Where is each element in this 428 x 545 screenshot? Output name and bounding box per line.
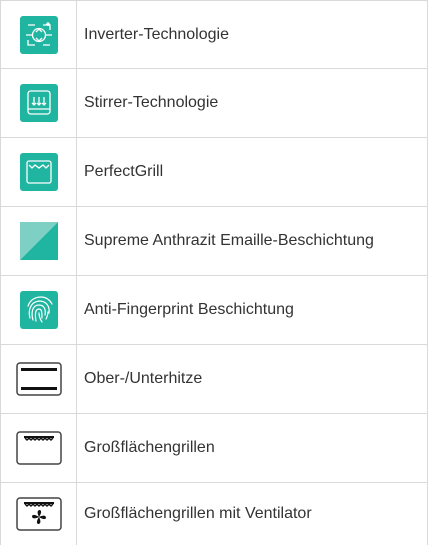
feature-label: Supreme Anthrazit Emaille-Beschichtung <box>77 207 428 275</box>
icon-cell <box>1 483 77 545</box>
feature-label: Inverter-Technologie <box>77 1 428 68</box>
feature-row: Großflächengrillen <box>1 414 428 483</box>
feature-row: Ober-/Unterhitze <box>1 345 428 414</box>
icon-cell <box>1 138 77 206</box>
feature-label: Großflächengrillen mit Ventilator <box>77 483 428 545</box>
icon-cell <box>1 207 77 275</box>
feature-label: Stirrer-Technologie <box>77 69 428 137</box>
feature-label: Anti-Fingerprint Beschichtung <box>77 276 428 344</box>
fingerprint-icon <box>19 291 58 329</box>
anthracite-enamel-icon <box>19 222 58 260</box>
icon-cell <box>1 276 77 344</box>
feature-label: Ober-/Unterhitze <box>77 345 428 413</box>
feature-label: Großflächengrillen <box>77 414 428 482</box>
feature-row: Großflächengrillen mit Ventilator <box>1 483 428 545</box>
feature-row: Anti-Fingerprint Beschichtung <box>1 276 428 345</box>
perfect-grill-icon <box>19 153 58 191</box>
inverter-icon <box>19 15 58 54</box>
stirrer-icon <box>19 84 58 122</box>
feature-row: PerfectGrill <box>1 138 428 207</box>
icon-cell <box>1 69 77 137</box>
icon-cell <box>1 1 77 68</box>
top-bottom-heat-icon <box>15 362 62 396</box>
feature-table: Inverter-Technologie Stirrer-Technologie <box>0 0 428 545</box>
grill-fan-icon <box>15 497 62 531</box>
large-grill-icon <box>15 431 62 465</box>
feature-label: PerfectGrill <box>77 138 428 206</box>
feature-row: Stirrer-Technologie <box>1 69 428 138</box>
feature-row: Inverter-Technologie <box>1 0 428 69</box>
icon-cell <box>1 345 77 413</box>
feature-row: Supreme Anthrazit Emaille-Beschichtung <box>1 207 428 276</box>
icon-cell <box>1 414 77 482</box>
